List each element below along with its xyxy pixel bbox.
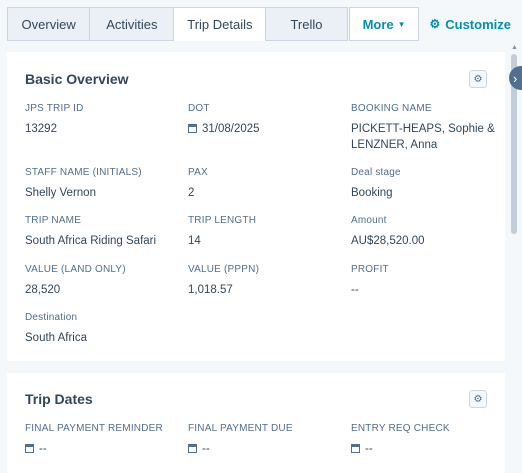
gear-icon: ⚙ (473, 73, 483, 85)
field-label: TRIP LENGTH (188, 215, 257, 226)
customize-button[interactable]: ⚙ Customize (419, 7, 511, 41)
field-value-line: LENZNER, Anna (351, 139, 438, 151)
field-label: VALUE (LAND ONLY) (25, 264, 126, 275)
field-trip-name[interactable]: TRIP NAME South Africa Riding Safari (25, 215, 175, 249)
tab-bar: Overview Activities Trip Details Trello … (7, 7, 511, 41)
tab-overview[interactable]: Overview (7, 7, 90, 41)
field-trip-length[interactable]: TRIP LENGTH 14 (188, 215, 338, 249)
field-pax[interactable]: PAX 2 (188, 167, 338, 201)
gear-icon: ⚙ (429, 17, 441, 31)
gear-icon: ⚙ (473, 393, 483, 405)
field-entry-req-check[interactable]: ENTRY REQ CHECK -- (351, 423, 501, 457)
more-label: More (362, 16, 394, 32)
field-label: STAFF NAME (INITIALS) (25, 167, 142, 178)
field-value: Booking (351, 187, 393, 199)
scroll-up-arrow-icon[interactable]: ▲ (510, 42, 519, 52)
card-title: Basic Overview (25, 71, 129, 87)
trip-dates-card: Trip Dates ⚙ FINAL PAYMENT REMINDER -- F… (7, 373, 505, 473)
field-destination[interactable]: Destination South Africa (25, 312, 175, 346)
tab-trello[interactable]: Trello (265, 7, 348, 41)
field-value-wrap: PICKETT-HEAPS, Sophie & LENZNER, Anna (351, 121, 501, 153)
card-settings-button[interactable]: ⚙ (469, 70, 487, 88)
field-value-wrap: -- (351, 441, 501, 457)
calendar-icon (188, 124, 197, 133)
field-value-wrap: 31/08/2025 (188, 121, 338, 137)
field-value: 13292 (25, 123, 57, 135)
scrollbar[interactable]: ▲ (510, 42, 519, 469)
tab-label: Trip Details (187, 17, 253, 32)
tab-trip-details[interactable]: Trip Details (173, 7, 266, 41)
field-deal-stage[interactable]: Deal stage Booking (351, 167, 501, 201)
field-value: 14 (188, 235, 201, 247)
field-label: JPS TRIP ID (25, 103, 84, 114)
field-value: AU$28,520.00 (351, 235, 425, 247)
field-dot[interactable]: DOT 31/08/2025 (188, 103, 338, 137)
card-settings-button[interactable]: ⚙ (469, 390, 487, 408)
field-label: Deal stage (351, 167, 401, 178)
tab-activities[interactable]: Activities (89, 7, 174, 41)
field-booking-name[interactable]: BOOKING NAME PICKETT-HEAPS, Sophie & LEN… (351, 103, 501, 153)
field-label: PAX (188, 167, 208, 178)
more-button[interactable]: More ▼ (348, 7, 420, 41)
field-value: -- (202, 443, 210, 455)
calendar-icon (351, 444, 360, 453)
field-final-payment-reminder[interactable]: FINAL PAYMENT REMINDER -- (25, 423, 175, 457)
field-value: 1,018.57 (188, 284, 233, 296)
field-label: DOT (188, 103, 210, 114)
chevron-down-icon: ▼ (397, 19, 406, 29)
customize-label: Customize (445, 16, 511, 32)
field-value-pppn[interactable]: VALUE (PPPN) 1,018.57 (188, 264, 338, 298)
field-staff-name[interactable]: STAFF NAME (INITIALS) Shelly Vernon (25, 167, 175, 201)
field-label: Destination (25, 312, 78, 323)
field-label: TRIP NAME (25, 215, 82, 226)
field-label: ENTRY REQ CHECK (351, 423, 450, 434)
field-label: VALUE (PPPN) (188, 264, 260, 275)
tab-label: Overview (21, 16, 76, 32)
field-value: South Africa (25, 332, 88, 344)
field-value-wrap: -- (188, 441, 338, 457)
calendar-icon (25, 444, 34, 453)
field-value-land-only[interactable]: VALUE (LAND ONLY) 28,520 (25, 264, 175, 298)
field-profit[interactable]: PROFIT -- (351, 264, 501, 298)
field-value: 2 (188, 187, 195, 199)
field-value: 28,520 (25, 284, 61, 296)
basic-overview-card: Basic Overview ⚙ JPS TRIP ID 13292 DOT 3… (7, 52, 505, 361)
field-value: -- (39, 443, 47, 455)
field-value: -- (365, 443, 373, 455)
field-jps-trip-id[interactable]: JPS TRIP ID 13292 (25, 103, 175, 137)
calendar-icon (188, 444, 197, 453)
tab-label: Activities (106, 16, 158, 32)
field-amount[interactable]: Amount AU$28,520.00 (351, 215, 501, 249)
field-label: BOOKING NAME (351, 103, 432, 114)
field-value: Shelly Vernon (25, 187, 96, 199)
field-value: South Africa Riding Safari (25, 235, 157, 247)
field-label: Amount (351, 215, 387, 226)
field-label: PROFIT (351, 264, 389, 275)
card-title: Trip Dates (25, 391, 93, 407)
field-label: FINAL PAYMENT REMINDER (25, 423, 163, 434)
field-value: 31/08/2025 (202, 123, 260, 135)
field-value-line: PICKETT-HEAPS, Sophie & (351, 123, 495, 135)
field-label: FINAL PAYMENT DUE (188, 423, 293, 434)
field-value: -- (351, 284, 359, 296)
field-value-wrap: -- (25, 441, 175, 457)
field-final-payment-due[interactable]: FINAL PAYMENT DUE -- (188, 423, 338, 457)
tab-label: Trello (290, 16, 323, 32)
